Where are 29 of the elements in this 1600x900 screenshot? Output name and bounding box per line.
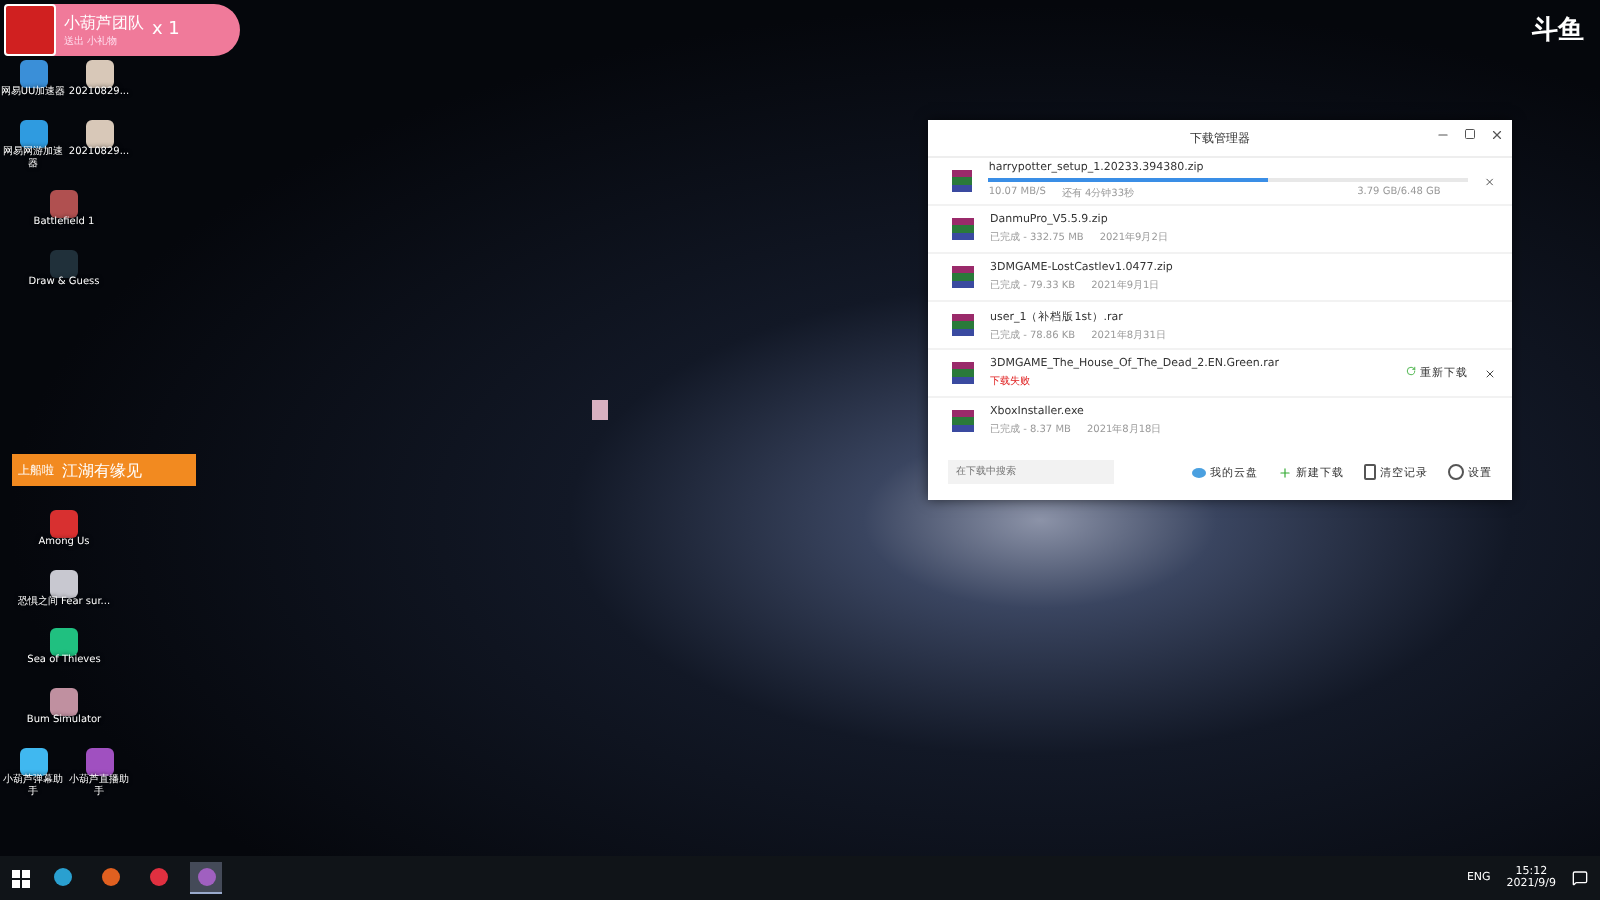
windows-icon[interactable]	[12, 869, 30, 887]
file-icon[interactable]	[85, 119, 113, 148]
logo: 斗鱼	[1532, 14, 1584, 48]
archive-icon	[952, 410, 974, 432]
file-icon[interactable]	[85, 60, 113, 88]
taskbar-app[interactable]	[190, 862, 222, 894]
app-icon[interactable]	[50, 569, 78, 597]
close-icon[interactable]	[1484, 367, 1496, 379]
archive-icon	[952, 170, 973, 192]
app-icon[interactable]	[85, 747, 113, 776]
app-icon[interactable]	[19, 747, 47, 776]
archive-icon	[952, 314, 974, 336]
maximize-icon[interactable]	[1464, 128, 1476, 140]
gift-count: x 1	[152, 20, 180, 40]
notification-icon[interactable]	[1572, 870, 1588, 886]
archive-icon	[952, 362, 974, 384]
gift-icon	[4, 4, 56, 56]
gift-sender: 小葫芦团队	[64, 12, 144, 34]
refresh-icon	[1406, 366, 1417, 376]
plus-icon	[1278, 465, 1292, 479]
app-icon[interactable]	[19, 119, 47, 148]
close-icon[interactable]	[1490, 128, 1504, 142]
app-icon[interactable]	[50, 190, 78, 219]
app-icon[interactable]	[50, 688, 78, 716]
archive-icon	[952, 266, 974, 288]
app-icon[interactable]	[50, 628, 78, 657]
archive-icon	[952, 218, 974, 240]
app-icon[interactable]	[19, 60, 47, 88]
banner-text: 江湖有缘见	[62, 459, 142, 481]
